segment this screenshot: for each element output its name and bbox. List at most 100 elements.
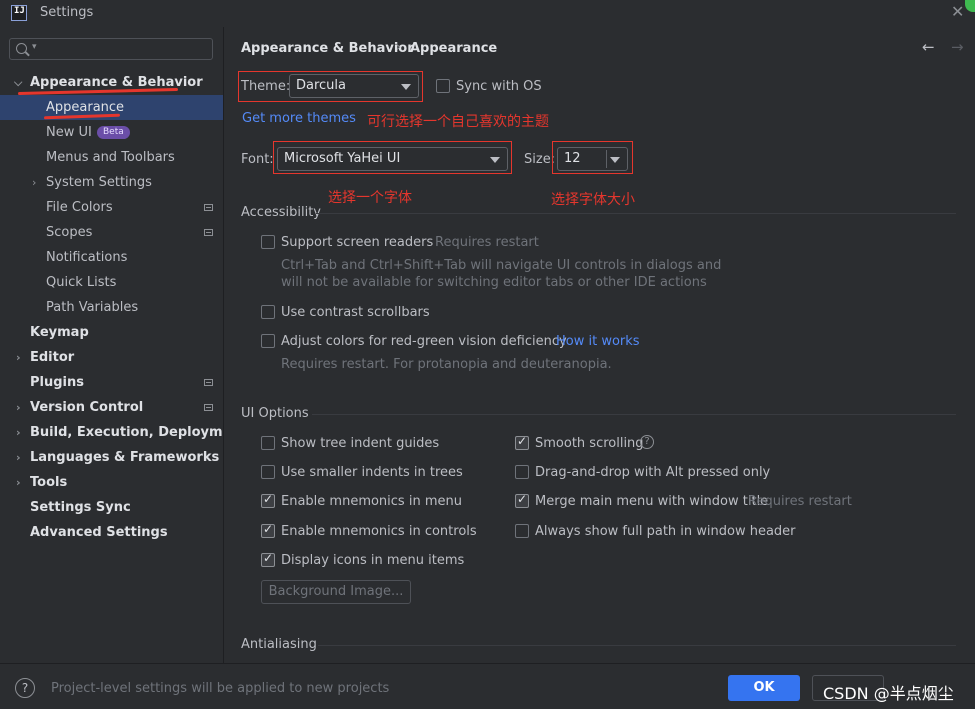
project-level-icon (204, 229, 213, 236)
how-it-works-link[interactable]: How it works (556, 334, 640, 349)
size-label: Size: (524, 152, 556, 167)
accessibility-section-title: Accessibility (241, 205, 321, 220)
sidebar-item-label: Scopes (46, 225, 93, 240)
sync-os-checkbox[interactable] (436, 79, 450, 93)
app-logo-icon (11, 5, 27, 21)
option-label: Show tree indent guides (281, 436, 440, 451)
divider (316, 213, 956, 214)
font-select[interactable]: Microsoft YaHei UI (277, 147, 508, 171)
close-icon[interactable]: ✕ (951, 2, 964, 21)
annotation-text: 可行选择一个自己喜欢的主题 (367, 114, 549, 130)
background-image-button[interactable]: Background Image... (261, 580, 411, 604)
option-label: Always show full path in window header (535, 524, 796, 539)
adjust-colors-description: Requires restart. For protanopia and deu… (281, 357, 612, 372)
sidebar-item-label: Settings Sync (30, 500, 131, 515)
font-label: Font: (241, 152, 274, 167)
search-dropdown-icon[interactable]: ▾ (32, 42, 37, 52)
option-label: Display icons in menu items (281, 553, 465, 568)
beta-badge: Beta (97, 126, 130, 139)
tree-indent-guides-checkbox[interactable] (261, 436, 275, 450)
sidebar-item-label: Path Variables (46, 300, 139, 315)
size-select[interactable]: 12 (557, 147, 628, 171)
sidebar-item-editor[interactable]: › Editor (0, 345, 223, 370)
sidebar-item-new-ui[interactable]: New UI Beta (0, 120, 223, 145)
smooth-scrolling-checkbox[interactable] (515, 434, 529, 450)
help-icon[interactable]: ? (640, 435, 654, 449)
sidebar-item-label: Advanced Settings (30, 525, 168, 540)
breadcrumb-parent[interactable]: Appearance & Behavior (241, 41, 414, 56)
adjust-colors-label: Adjust colors for red-green vision defic… (281, 334, 567, 349)
sidebar-item-plugins[interactable]: Plugins (0, 370, 223, 395)
sidebar-item-label: Keymap (30, 325, 89, 340)
requires-restart-note: Requires restart (435, 235, 539, 250)
option-label: Smooth scrolling (535, 436, 644, 451)
font-value: Microsoft YaHei UI (284, 151, 401, 166)
back-arrow-icon[interactable]: ← (922, 38, 935, 56)
breadcrumb-current: Appearance (410, 41, 498, 56)
sidebar-item-label: Editor (30, 350, 75, 365)
annotation-text: 选择字体大小 (551, 192, 635, 208)
option-label: Drag-and-drop with Alt pressed only (535, 465, 771, 480)
sidebar-item-quick-lists[interactable]: Quick Lists (0, 270, 223, 295)
project-level-icon (204, 404, 213, 411)
settings-sidebar: ▾ ⌵ Appearance & Behavior Appearance New… (0, 27, 247, 663)
sidebar-item-advanced-settings[interactable]: Advanced Settings (0, 520, 223, 545)
sidebar-item-menus-toolbars[interactable]: Menus and Toolbars (0, 145, 223, 170)
chevron-right-icon[interactable]: › (16, 470, 21, 495)
contrast-scrollbars-checkbox[interactable] (261, 305, 275, 319)
sidebar-item-notifications[interactable]: Notifications (0, 245, 223, 270)
divider (312, 414, 956, 415)
divider (318, 645, 956, 646)
chevron-right-icon[interactable]: › (16, 395, 21, 420)
sidebar-item-system-settings[interactable]: › System Settings (0, 170, 223, 195)
drag-drop-alt-checkbox[interactable] (515, 465, 529, 479)
display-icons-checkbox[interactable] (261, 551, 275, 567)
chevron-right-icon[interactable]: › (32, 170, 36, 195)
full-path-header-checkbox[interactable] (515, 524, 529, 538)
sidebar-item-label: New UI (46, 125, 92, 140)
project-level-icon (204, 204, 213, 211)
adjust-colors-checkbox[interactable] (261, 334, 275, 348)
mnemonics-menu-checkbox[interactable] (261, 492, 275, 508)
chevron-down-icon (401, 84, 411, 90)
option-label: Enable mnemonics in menu (281, 494, 462, 509)
merge-main-menu-checkbox[interactable] (515, 492, 529, 508)
sidebar-item-label: Version Control (30, 400, 144, 415)
chevron-right-icon[interactable]: › (16, 345, 21, 370)
theme-value: Darcula (296, 78, 347, 93)
title-bar: Settings ✕ (0, 0, 975, 27)
sidebar-item-keymap[interactable]: Keymap (0, 320, 223, 345)
status-dot-icon (965, 0, 975, 12)
forward-arrow-icon[interactable]: → (951, 38, 964, 56)
smaller-indents-checkbox[interactable] (261, 465, 275, 479)
theme-label: Theme: (241, 79, 291, 94)
watermark: CSDN @半点烟尘 (823, 684, 954, 703)
option-label: Merge main menu with window title (535, 494, 769, 509)
get-more-themes-link[interactable]: Get more themes (242, 111, 356, 126)
contrast-scrollbars-label: Use contrast scrollbars (281, 305, 430, 320)
screen-readers-checkbox[interactable] (261, 235, 275, 249)
chevron-right-icon[interactable]: › (16, 445, 21, 470)
chevron-down-icon (490, 157, 500, 163)
sidebar-item-path-variables[interactable]: Path Variables (0, 295, 223, 320)
sidebar-item-languages-frameworks[interactable]: › Languages & Frameworks (0, 445, 223, 470)
sidebar-item-version-control[interactable]: › Version Control (0, 395, 223, 420)
help-icon[interactable]: ? (15, 678, 35, 698)
divider (606, 150, 607, 168)
antialiasing-section-title: Antialiasing (241, 637, 317, 652)
sidebar-item-settings-sync[interactable]: Settings Sync (0, 495, 223, 520)
chevron-right-icon[interactable]: › (16, 420, 21, 445)
sidebar-item-label: Build, Execution, Deployment (30, 425, 247, 440)
search-input[interactable]: ▾ (9, 38, 213, 60)
dialog-footer: ? Project-level settings will be applied… (0, 663, 975, 709)
sidebar-item-tools[interactable]: › Tools (0, 470, 223, 495)
sidebar-item-scopes[interactable]: Scopes (0, 220, 223, 245)
sidebar-item-label: Plugins (30, 375, 84, 390)
sidebar-item-file-colors[interactable]: File Colors (0, 195, 223, 220)
ok-button[interactable]: OK (728, 675, 800, 701)
mnemonics-controls-checkbox[interactable] (261, 522, 275, 538)
sidebar-item-build-execution[interactable]: › Build, Execution, Deployment (0, 420, 247, 445)
theme-select[interactable]: Darcula (289, 74, 419, 98)
sidebar-item-label: Notifications (46, 250, 128, 265)
sidebar-item-label: Quick Lists (46, 275, 117, 290)
